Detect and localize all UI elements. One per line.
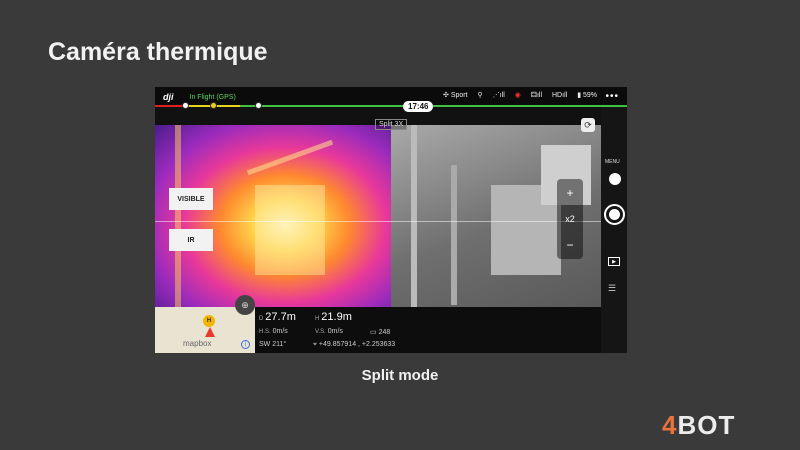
thermal-structure [246, 139, 334, 176]
camera-rail: MENU ▶ ☰ [601, 107, 627, 353]
vs-value: 0m/s [327, 328, 343, 335]
photo-video-toggle[interactable] [609, 173, 621, 185]
menu-button[interactable]: MENU [605, 159, 620, 165]
satellite-value: 248 [378, 329, 391, 336]
battery-progress-line [155, 102, 627, 109]
brand-suffix: BOT [677, 410, 736, 440]
distance-value: 27.7m [265, 311, 296, 323]
wind-icon: ⚲ [477, 92, 483, 99]
location-icon: ⌖ [313, 341, 317, 348]
ir-button[interactable]: IR [169, 229, 213, 251]
telemetry-panel: D 27.7m H 21.9m H.S. 0m/s V.S. 0m/s ▭ 24… [255, 307, 601, 353]
heading-value: 211° [272, 341, 287, 348]
info-icon[interactable]: i [241, 340, 250, 349]
hd-signal[interactable]: HDıll [552, 92, 567, 99]
gps-coordinates: ⌖ +49.857914 , +2.253633 [313, 341, 395, 349]
battery-indicator[interactable]: ▮ 59% [577, 91, 597, 99]
flight-status[interactable]: In Flight (GPS) [190, 94, 236, 101]
drone-app-screen: dji In Flight (GPS) ✣ Sport ⚲ ⋰ıll ◉ ⚃ıl… [155, 87, 627, 353]
drone-position-icon [205, 327, 215, 337]
visible-pole [451, 165, 457, 305]
satellite-count: ▭ 248 [370, 328, 390, 336]
thermal-pole [175, 125, 181, 307]
progress-green [240, 105, 627, 107]
gimbal-icon[interactable]: ⟳ [581, 118, 595, 132]
hs-label: H.S. [259, 329, 271, 335]
zoom-level: x2 [565, 214, 575, 224]
camera-settings-icon[interactable]: ☰ [608, 283, 616, 294]
zoom-in-button[interactable]: + [566, 186, 573, 200]
satellite-icon: ▭ [370, 329, 377, 336]
flight-mode: Sport [450, 92, 468, 99]
zoom-out-button[interactable]: − [566, 238, 573, 252]
flight-time-badge: 17:46 [403, 101, 434, 112]
horizontal-speed: H.S. 0m/s [259, 328, 288, 335]
shutter-button[interactable] [604, 204, 625, 225]
status-icons: ✣ Sport ⚲ ⋰ıll ◉ ⚃ıll HDıll ▮ 59% [443, 91, 597, 100]
drone-icon[interactable]: ✣ Sport [443, 91, 468, 99]
progress-marker [255, 102, 262, 109]
hs-value: 0m/s [272, 328, 288, 335]
more-icon[interactable]: ••• [605, 91, 619, 102]
vertical-speed: V.S. 0m/s [315, 328, 343, 335]
playback-icon[interactable]: ▶ [608, 257, 620, 266]
progress-red [155, 105, 185, 107]
dji-logo: dji [163, 92, 174, 102]
top-status-bar: dji In Flight (GPS) ✣ Sport ⚲ ⋰ıll ◉ ⚃ıl… [155, 87, 627, 107]
height-value: 21.9m [321, 311, 352, 323]
map-attribution: mapbox [183, 339, 212, 348]
progress-marker [182, 102, 189, 109]
gps-icon[interactable]: ⋰ıll [493, 91, 505, 99]
expand-map-icon[interactable]: ⊕ [235, 295, 255, 315]
camera-mode-label[interactable]: Split 3X [375, 119, 408, 130]
brand-logo: 4BOT [662, 410, 735, 441]
visible-pole [411, 125, 417, 307]
slide-caption: Split mode [361, 367, 439, 384]
height-label: H [315, 316, 320, 322]
slide-title: Caméra thermique [48, 38, 268, 66]
brand-prefix: 4 [662, 410, 678, 440]
visible-button[interactable]: VISIBLE [169, 188, 213, 210]
zoom-panel: + x2 − [557, 179, 583, 259]
hd-label: HD [552, 91, 563, 99]
thermal-view[interactable] [155, 125, 391, 307]
home-point-icon: H [203, 315, 215, 327]
minimap[interactable]: ⊕ H mapbox i [155, 295, 255, 353]
coords-value: +49.857914 , +2.253633 [318, 341, 396, 348]
progress-marker [210, 102, 217, 109]
distance-label: D [259, 316, 264, 322]
remote-icon[interactable]: ⚃ıll [531, 91, 542, 99]
heading-readout: SW 211° [259, 341, 286, 348]
split-crosshair [155, 221, 601, 222]
thermal-transformer [255, 185, 325, 275]
height-readout: H 21.9m [315, 311, 352, 323]
obstacle-icon[interactable]: ◉ [515, 91, 521, 99]
battery-level: 59% [582, 92, 597, 99]
heading-label: SW [259, 341, 271, 348]
distance-readout: D 27.7m [259, 311, 296, 323]
vs-label: V.S. [315, 329, 326, 335]
